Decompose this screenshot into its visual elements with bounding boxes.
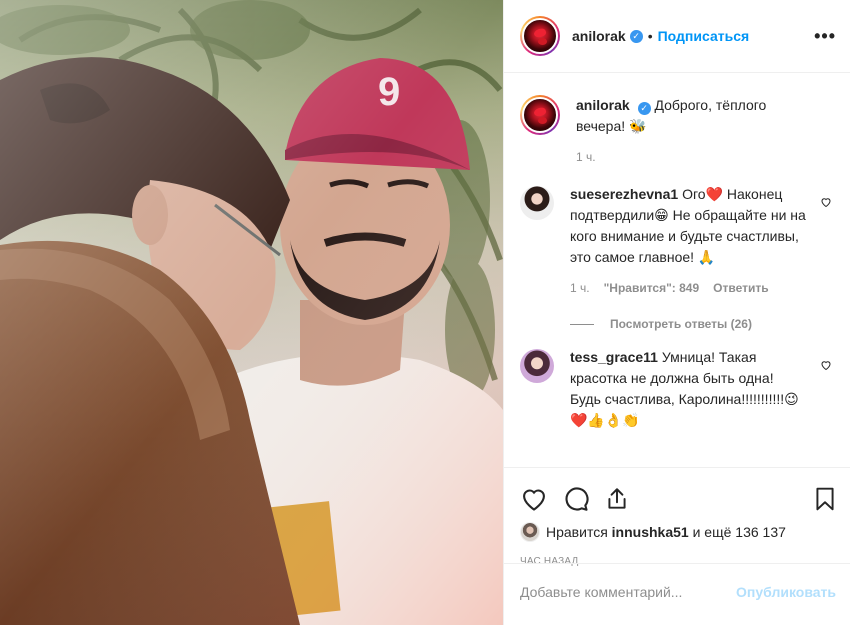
like-heart-icon[interactable]	[520, 485, 548, 513]
commenter-avatar[interactable]	[520, 186, 554, 220]
comment-input[interactable]	[520, 583, 737, 600]
post-header: anilorak ✓ • Подписаться •••	[504, 0, 850, 73]
caption-time[interactable]: 1 ч.	[576, 147, 816, 168]
add-comment-bar: Опубликовать	[504, 563, 850, 619]
share-icon[interactable]	[604, 485, 630, 513]
separator-dot: •	[647, 28, 653, 44]
liker-username[interactable]: innushka51	[612, 524, 689, 540]
author-username[interactable]: anilorak	[572, 28, 626, 44]
post-photo[interactable]: 9	[0, 0, 503, 625]
caption-avatar[interactable]	[520, 95, 560, 135]
comment-item: tess_grace11 Умница! Такая красотка не д…	[520, 347, 834, 431]
liker-avatar	[520, 522, 540, 542]
likes-count[interactable]: и ещё 136 137	[693, 524, 786, 540]
caption: anilorak ✓ Доброго, тёплого вечера! 🐝 1 …	[520, 73, 834, 168]
likes-summary[interactable]: Нравится innushka51 и ещё 136 137	[504, 518, 850, 542]
publish-button[interactable]: Опубликовать	[736, 584, 836, 600]
view-replies-label: Посмотреть ответы (26)	[610, 317, 752, 331]
verified-icon: ✓	[629, 29, 643, 43]
post-side-panel: anilorak ✓ • Подписаться ••• anilorak ✓ …	[503, 0, 850, 625]
comment-bubble-icon[interactable]	[562, 485, 590, 513]
comment-time[interactable]: 1 ч.	[570, 278, 590, 299]
comment-username[interactable]: tess_grace11	[570, 349, 658, 365]
likes-prefix: Нравится	[546, 524, 608, 540]
photo-illustration: 9	[0, 0, 503, 625]
replies-divider	[570, 323, 594, 325]
like-comment-heart-icon[interactable]	[820, 359, 832, 371]
reply-button[interactable]: Ответить	[713, 278, 768, 299]
comments-list[interactable]: anilorak ✓ Доброго, тёплого вечера! 🐝 1 …	[504, 73, 850, 467]
comment-username[interactable]: sueserezhevna1	[570, 186, 678, 202]
like-comment-heart-icon[interactable]	[820, 196, 832, 208]
more-options-icon[interactable]: •••	[814, 26, 836, 47]
author-avatar[interactable]	[520, 16, 560, 56]
view-replies-button[interactable]: Посмотреть ответы (26)	[570, 317, 834, 331]
comment-item: sueserezhevna1 Ого❤️ Наконец подтвердили…	[520, 184, 834, 299]
post-actions: Нравится innushka51 и ещё 136 137 ЧАС НА…	[504, 467, 850, 619]
comment-likes[interactable]: "Нравится": 849	[604, 278, 700, 299]
comment-meta: 1 ч. "Нравится": 849 Ответить	[570, 278, 806, 299]
scroll-fade	[504, 455, 850, 467]
follow-button[interactable]: Подписаться	[658, 28, 750, 44]
verified-icon: ✓	[637, 102, 651, 115]
caption-username[interactable]: anilorak	[576, 97, 630, 113]
action-bar	[504, 468, 850, 518]
bookmark-icon[interactable]	[812, 485, 838, 513]
commenter-avatar[interactable]	[520, 349, 554, 383]
